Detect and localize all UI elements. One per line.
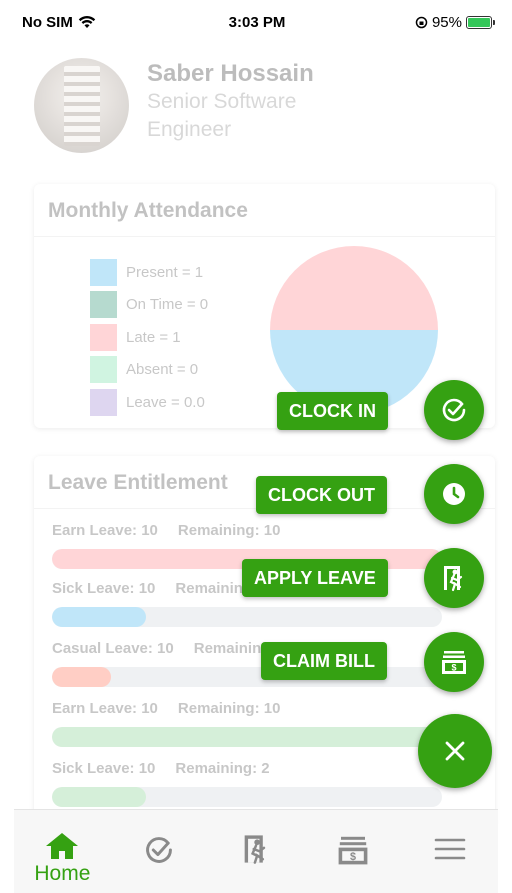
tab-attendance[interactable] [119,832,199,866]
legend-swatch [90,323,117,351]
leave-remaining: Remaining: 10 [177,700,281,717]
leave-row: Earn Leave: 10 Remaining: 10 [52,700,442,747]
svg-text:$: $ [350,851,356,863]
wifi-icon [78,16,96,28]
claim-bill-label[interactable]: CLAIM BILL [261,642,387,680]
legend-swatch [90,291,117,319]
leave-type: Earn Leave: 10 [52,522,158,539]
legend-item: Late = 1 [90,321,208,354]
clock-in-button[interactable] [424,380,484,440]
leave-progress-bar [52,607,146,627]
legend-swatch [90,258,117,286]
clock-icon [443,483,465,505]
attendance-title: Monthly Attendance [34,184,495,237]
leave-remaining: Remaining: 10 [177,522,281,539]
profile-name: Saber Hossain [147,60,314,87]
clock-in-label[interactable]: CLOCK IN [277,392,388,430]
check-circle-icon [146,837,173,863]
profile-header: Saber Hossain Senior Software Engineer [34,58,347,153]
legend-item: Absent = 0 [90,354,208,387]
exit-door-icon [244,835,266,864]
attendance-pie-chart [270,246,438,414]
home-icon [46,833,79,859]
profile-role: Senior Software Engineer [147,90,297,141]
leave-progress-bar [52,787,146,807]
tab-bill[interactable]: $ [313,832,393,868]
leave-remaining: Remaining: 2 [175,760,270,777]
legend-item: Present = 1 [90,256,208,289]
clock-out-button[interactable] [424,464,484,524]
leave-progress-bar [52,667,111,687]
legend-swatch [90,356,117,384]
avatar[interactable] [34,58,129,153]
tab-leave[interactable] [216,832,296,866]
close-icon [445,741,465,761]
clock-time: 3:03 PM [228,13,286,31]
tab-menu[interactable] [410,832,490,860]
check-circle-icon [442,398,466,422]
apply-leave-button[interactable] [424,548,484,608]
leave-row-label: Earn Leave: 10 Remaining: 10 [52,522,442,539]
orientation-lock-icon [415,16,428,28]
attendance-card: Monthly Attendance Present = 1 On Time =… [34,184,495,428]
money-bill-icon: $ [442,651,466,674]
close-fab-button[interactable] [418,714,492,788]
svg-text:$: $ [451,663,456,673]
exit-door-icon [444,566,463,592]
leave-progress-track [52,727,442,747]
hamburger-menu-icon [434,838,465,860]
battery-icon [466,15,495,29]
leave-progress-bar [52,727,442,747]
claim-bill-button[interactable]: $ [424,632,484,692]
leave-type: Casual Leave: 10 [52,640,174,657]
attendance-legend: Present = 1 On Time = 0 Late = 1 Absent … [90,256,208,419]
leave-type: Sick Leave: 10 [52,760,156,777]
leave-row-label: Sick Leave: 10 Remaining: 2 [52,760,442,777]
leave-progress-track [52,787,442,807]
apply-leave-label[interactable]: APPLY LEAVE [242,559,388,597]
battery-percent: 95% [431,13,462,31]
status-bar: No SIM 3:03 PM 95% [0,0,512,44]
legend-item: Leave = 0.0 [90,386,208,419]
leave-type: Earn Leave: 10 [52,700,158,717]
leave-type: Sick Leave: 10 [52,580,156,597]
legend-swatch [90,388,117,416]
leave-row: Sick Leave: 10 Remaining: 2 [52,760,442,807]
tab-home[interactable]: Home [22,832,102,886]
clock-out-label[interactable]: CLOCK OUT [256,476,387,514]
tab-home-label: Home [34,862,91,885]
legend-item: On Time = 0 [90,289,208,322]
money-bill-icon: $ [338,836,368,865]
bottom-tab-bar: Home $ [14,809,498,893]
leave-row-label: Earn Leave: 10 Remaining: 10 [52,700,442,717]
carrier-label: No SIM [22,13,73,31]
leave-progress-track [52,607,442,627]
